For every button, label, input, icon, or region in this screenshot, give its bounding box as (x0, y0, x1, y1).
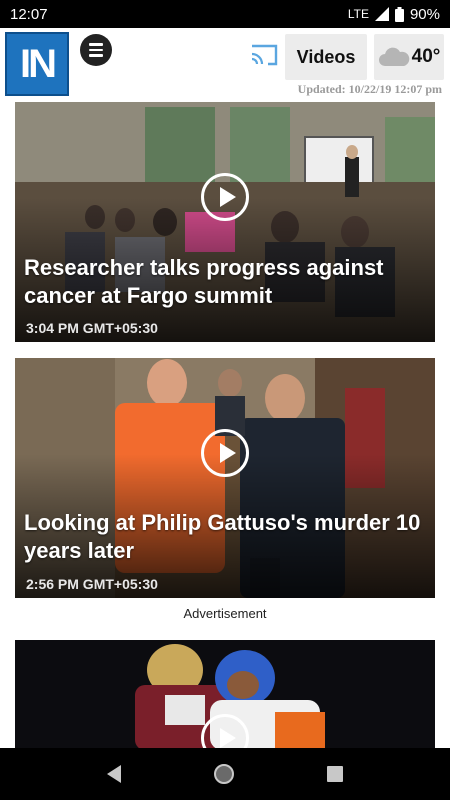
play-icon (219, 728, 236, 748)
menu-icon (89, 43, 103, 46)
updated-timestamp: Updated: 10/22/19 12:07 pm (297, 82, 442, 96)
news-feed[interactable]: Researcher talks progress against cancer… (0, 100, 450, 748)
play-icon (219, 187, 236, 207)
card-timestamp: 3:04 PM GMT+05:30 (26, 320, 158, 336)
signal-icon (374, 7, 389, 21)
play-button[interactable] (201, 173, 249, 221)
card-headline[interactable]: Looking at Philip Gattuso's murder 10 ye… (24, 509, 423, 565)
play-icon (219, 443, 236, 463)
system-nav-bar (0, 748, 450, 800)
video-card[interactable]: Researcher talks progress against cancer… (15, 102, 435, 342)
recents-icon[interactable] (327, 766, 344, 782)
card-headline[interactable]: Researcher talks progress against cancer… (24, 254, 423, 310)
battery-icon (394, 6, 404, 22)
home-icon[interactable] (213, 764, 234, 784)
videos-button[interactable]: Videos (285, 34, 367, 80)
play-button[interactable] (201, 429, 249, 477)
cloud-icon (378, 47, 409, 66)
battery-level: 90% (409, 5, 440, 23)
app-header: IN Videos 40° Updated: 10/22/19 12:07 pm (0, 28, 450, 100)
video-card[interactable] (15, 640, 435, 748)
status-bar: 12:07 LTE 90% (0, 0, 450, 28)
status-icons: LTE 90% (348, 6, 440, 23)
cast-icon[interactable] (250, 42, 280, 68)
card-timestamp: 2:56 PM GMT+05:30 (26, 576, 158, 592)
advertisement-label: Advertisement (183, 606, 267, 621)
video-card[interactable]: Looking at Philip Gattuso's murder 10 ye… (15, 358, 435, 598)
weather-temperature: 40° (411, 46, 441, 67)
app-logo[interactable]: IN (5, 32, 69, 96)
menu-button[interactable] (80, 34, 112, 66)
back-icon[interactable] (106, 765, 121, 783)
weather-button[interactable]: 40° (374, 34, 444, 80)
network-label: LTE (347, 7, 369, 21)
status-time: 12:07 (10, 5, 48, 23)
